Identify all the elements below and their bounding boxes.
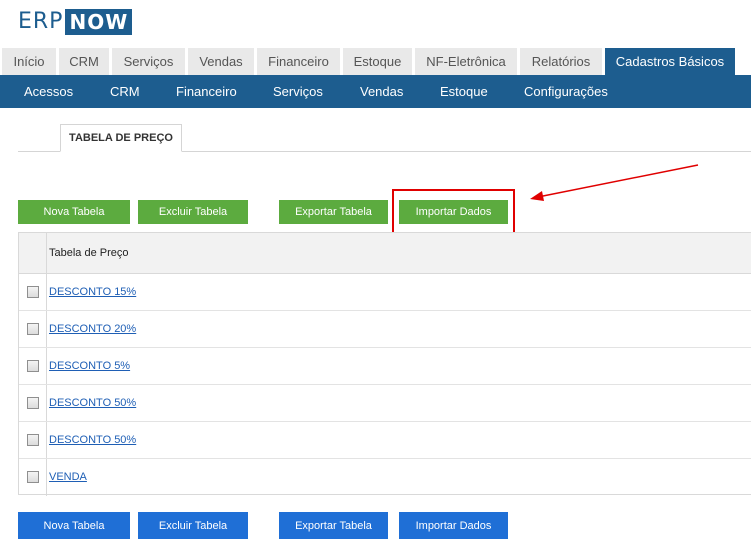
table-header: Tabela de Preço <box>19 233 751 274</box>
table-row: DESCONTO 50% <box>19 385 751 422</box>
row-checkbox[interactable] <box>27 397 39 409</box>
main-tabs: Início CRM Serviços Vendas Financeiro Es… <box>2 48 738 75</box>
tab-crm[interactable]: CRM <box>59 48 109 75</box>
tab-financeiro[interactable]: Financeiro <box>257 48 340 75</box>
table-row: DESCONTO 5% <box>19 348 751 385</box>
red-arrow-annotation <box>530 164 699 201</box>
row-checkbox[interactable] <box>27 471 39 483</box>
table-row: DESCONTO 15% <box>19 274 751 311</box>
row-checkbox[interactable] <box>27 360 39 372</box>
tab-vendas[interactable]: Vendas <box>188 48 254 75</box>
row-link[interactable]: DESCONTO 50% <box>49 422 136 459</box>
tab-servicos[interactable]: Serviços <box>112 48 185 75</box>
sub-navigation: Acessos CRM Financeiro Serviços Vendas E… <box>0 75 751 108</box>
row-checkbox[interactable] <box>27 323 39 335</box>
table-row: DESCONTO 50% <box>19 422 751 459</box>
tab-inicio[interactable]: Início <box>2 48 56 75</box>
table-row: DESCONTO 20% <box>19 311 751 348</box>
header-tabela-de-preco: Tabela de Preço <box>49 247 129 259</box>
tab-cadastros-basicos[interactable]: Cadastros Básicos <box>605 48 735 75</box>
delete-table-button-bottom[interactable]: Excluir Tabela <box>138 512 248 539</box>
row-link[interactable]: DESCONTO 5% <box>49 348 130 385</box>
tab-tabela-de-preco[interactable]: TABELA DE PREÇO <box>60 124 182 152</box>
subnav-configuracoes[interactable]: Configurações <box>524 75 608 108</box>
delete-table-button-top[interactable]: Excluir Tabela <box>138 200 248 224</box>
subnav-crm[interactable]: CRM <box>110 75 140 108</box>
row-link[interactable]: DESCONTO 20% <box>49 311 136 348</box>
tab-relatorios[interactable]: Relatórios <box>520 48 602 75</box>
new-table-button-top[interactable]: Nova Tabela <box>18 200 130 224</box>
table-row: VENDA <box>19 459 751 496</box>
row-checkbox[interactable] <box>27 434 39 446</box>
row-checkbox[interactable] <box>27 286 39 298</box>
row-link[interactable]: DESCONTO 50% <box>49 385 136 422</box>
new-table-button-bottom[interactable]: Nova Tabela <box>18 512 130 539</box>
subnav-servicos[interactable]: Serviços <box>273 75 323 108</box>
logo-now-text: NOW <box>65 9 133 35</box>
logo-erp-text: ERP <box>18 9 64 34</box>
row-link[interactable]: VENDA <box>49 459 87 496</box>
export-table-button-top[interactable]: Exportar Tabela <box>279 200 388 224</box>
price-table: Tabela de Preço DESCONTO 15% DESCONTO 20… <box>18 232 751 496</box>
erpnow-logo: ERP NOW <box>18 9 133 35</box>
tab-nf-eletronica[interactable]: NF-Eletrônica <box>415 48 517 75</box>
subnav-financeiro[interactable]: Financeiro <box>176 75 237 108</box>
tab-estoque[interactable]: Estoque <box>343 48 412 75</box>
subnav-acessos[interactable]: Acessos <box>24 75 73 108</box>
import-data-button-bottom[interactable]: Importar Dados <box>399 512 508 539</box>
subnav-vendas[interactable]: Vendas <box>360 75 403 108</box>
subnav-estoque[interactable]: Estoque <box>440 75 488 108</box>
export-table-button-bottom[interactable]: Exportar Tabela <box>279 512 388 539</box>
row-link[interactable]: DESCONTO 15% <box>49 274 136 311</box>
import-highlight-box <box>392 189 515 234</box>
